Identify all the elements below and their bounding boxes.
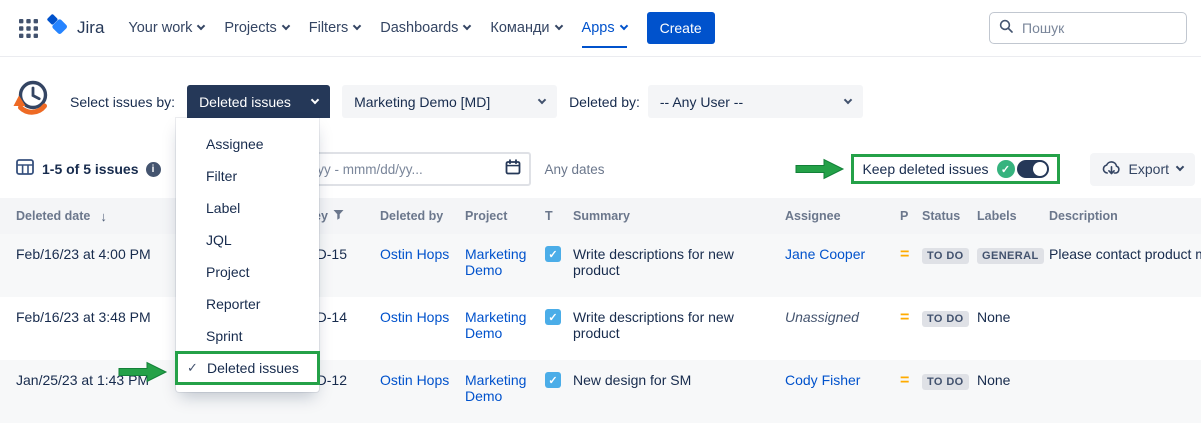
- cell-deleted-by-link[interactable]: Ostin Hops: [380, 246, 449, 262]
- nav-item-apps[interactable]: Apps: [572, 11, 637, 45]
- top-navigation: Jira Your work Projects Filters Dashboar…: [0, 0, 1201, 57]
- priority-medium-icon: =: [900, 309, 909, 326]
- chevron-down-icon: [538, 95, 546, 103]
- chevron-down-icon: [844, 95, 852, 103]
- keep-deleted-label: Keep deleted issues: [862, 161, 988, 177]
- annotation-arrow-menu: [118, 361, 168, 383]
- select-issues-by-label: Select issues by:: [70, 94, 175, 110]
- cell-project-link[interactable]: Marketing Demo: [465, 246, 526, 278]
- search-icon: [999, 19, 1013, 38]
- menu-item-filter[interactable]: Filter: [176, 160, 319, 192]
- checkmark-icon: ✓: [187, 360, 200, 376]
- header-summary: Summary: [573, 198, 785, 234]
- jira-logo-icon: [46, 13, 71, 43]
- chevron-down-icon: [197, 22, 205, 30]
- cell-description: [1049, 297, 1201, 360]
- cell-assignee-unassigned: Unassigned: [785, 309, 859, 325]
- sort-descending-icon: ↓: [100, 209, 107, 224]
- cell-summary: Write descriptions for new product: [573, 297, 785, 360]
- issues-count: 1-5 of 5 issues: [42, 161, 139, 177]
- task-type-icon: ✓: [545, 372, 561, 388]
- annotation-arrow-toggle: [795, 158, 845, 180]
- create-button[interactable]: Create: [647, 12, 715, 44]
- header-project: Project: [465, 198, 545, 234]
- header-type: T: [545, 198, 573, 234]
- priority-medium-icon: =: [900, 372, 909, 389]
- issue-selector-menu: Assignee Filter Label JQL Project Report…: [176, 118, 319, 392]
- toolbar-right-group: Keep deleted issues ✓ Export: [795, 153, 1195, 186]
- chevron-down-icon: [463, 22, 471, 30]
- chevron-down-icon: [282, 22, 290, 30]
- cell-assignee-link[interactable]: Jane Cooper: [785, 246, 865, 262]
- header-status: Status: [922, 198, 977, 234]
- export-button[interactable]: Export: [1090, 153, 1195, 186]
- header-priority: P: [900, 198, 922, 234]
- chevron-down-icon: [1176, 163, 1184, 171]
- header-deleted-by: Deleted by: [380, 198, 465, 234]
- cell-project-link[interactable]: Marketing Demo: [465, 372, 526, 404]
- menu-item-sprint[interactable]: Sprint: [176, 320, 319, 352]
- deleted-by-user-dropdown[interactable]: -- Any User --: [648, 85, 863, 118]
- priority-medium-icon: =: [900, 246, 909, 263]
- any-dates-label: Any dates: [545, 162, 605, 177]
- header-assignee: Assignee: [785, 198, 900, 234]
- chevron-down-icon: [619, 22, 627, 30]
- cell-labels-none: None: [977, 297, 1049, 360]
- calendar-icon[interactable]: [505, 159, 521, 180]
- menu-item-project[interactable]: Project: [176, 256, 319, 288]
- chevron-down-icon: [554, 22, 562, 30]
- toggle-check-icon: ✓: [997, 160, 1015, 178]
- toggle-knob: [1033, 162, 1047, 176]
- cell-project-link[interactable]: Marketing Demo: [465, 309, 526, 341]
- jira-logo-text: Jira: [77, 18, 104, 38]
- nav-item-projects[interactable]: Projects: [214, 11, 298, 45]
- cell-deleted-by-link[interactable]: Ostin Hops: [380, 309, 449, 325]
- cell-description: Please contact product m: [1049, 234, 1201, 297]
- search-input[interactable]: [1020, 19, 1177, 37]
- info-icon[interactable]: i: [146, 162, 161, 177]
- chevron-down-icon: [353, 22, 361, 30]
- cell-labels-none: None: [977, 360, 1049, 423]
- app-switcher-icon[interactable]: [12, 12, 44, 44]
- header-labels: Labels: [977, 198, 1049, 234]
- deleted-by-label: Deleted by:: [569, 94, 640, 110]
- issue-selector-dropdown[interactable]: Deleted issues: [187, 85, 330, 118]
- menu-item-jql[interactable]: JQL: [176, 224, 319, 256]
- nav-item-dashboards[interactable]: Dashboards: [370, 11, 480, 45]
- filter-funnel-icon: [333, 209, 344, 223]
- label-badge: GENERAL: [977, 248, 1044, 264]
- keep-deleted-toggle[interactable]: ✓: [997, 160, 1049, 178]
- nav-item-teams[interactable]: Команди: [480, 11, 571, 45]
- status-badge: TO DO: [922, 374, 969, 390]
- search-box[interactable]: [989, 12, 1187, 44]
- nav-item-filters[interactable]: Filters: [299, 11, 370, 45]
- jira-logo[interactable]: Jira: [46, 13, 104, 43]
- toggle-pill: [1017, 160, 1049, 178]
- cell-summary: Write descriptions for new product: [573, 234, 785, 297]
- task-type-icon: ✓: [545, 309, 561, 325]
- cell-summary: New design for SM: [573, 360, 785, 423]
- status-badge: TO DO: [922, 311, 969, 327]
- project-selector-dropdown[interactable]: Marketing Demo [MD]: [342, 85, 557, 118]
- status-badge: TO DO: [922, 248, 969, 264]
- cell-assignee-link[interactable]: Cody Fisher: [785, 372, 860, 388]
- nav-item-your-work[interactable]: Your work: [118, 11, 214, 45]
- cell-deleted-by-link[interactable]: Ostin Hops: [380, 372, 449, 388]
- task-type-icon: ✓: [545, 246, 561, 262]
- restore-deleted-app-icon: [8, 76, 54, 127]
- menu-item-assignee[interactable]: Assignee: [176, 128, 319, 160]
- cloud-download-icon: [1102, 160, 1121, 179]
- menu-item-deleted-issues[interactable]: ✓ Deleted issues: [176, 352, 319, 384]
- table-view-icon[interactable]: [16, 158, 34, 181]
- menu-item-label[interactable]: Label: [176, 192, 319, 224]
- menu-item-reporter[interactable]: Reporter: [176, 288, 319, 320]
- keep-deleted-annotation-box: Keep deleted issues ✓: [851, 154, 1059, 184]
- cell-description: [1049, 360, 1201, 423]
- chevron-down-icon: [311, 95, 319, 103]
- header-description: Description: [1049, 198, 1201, 234]
